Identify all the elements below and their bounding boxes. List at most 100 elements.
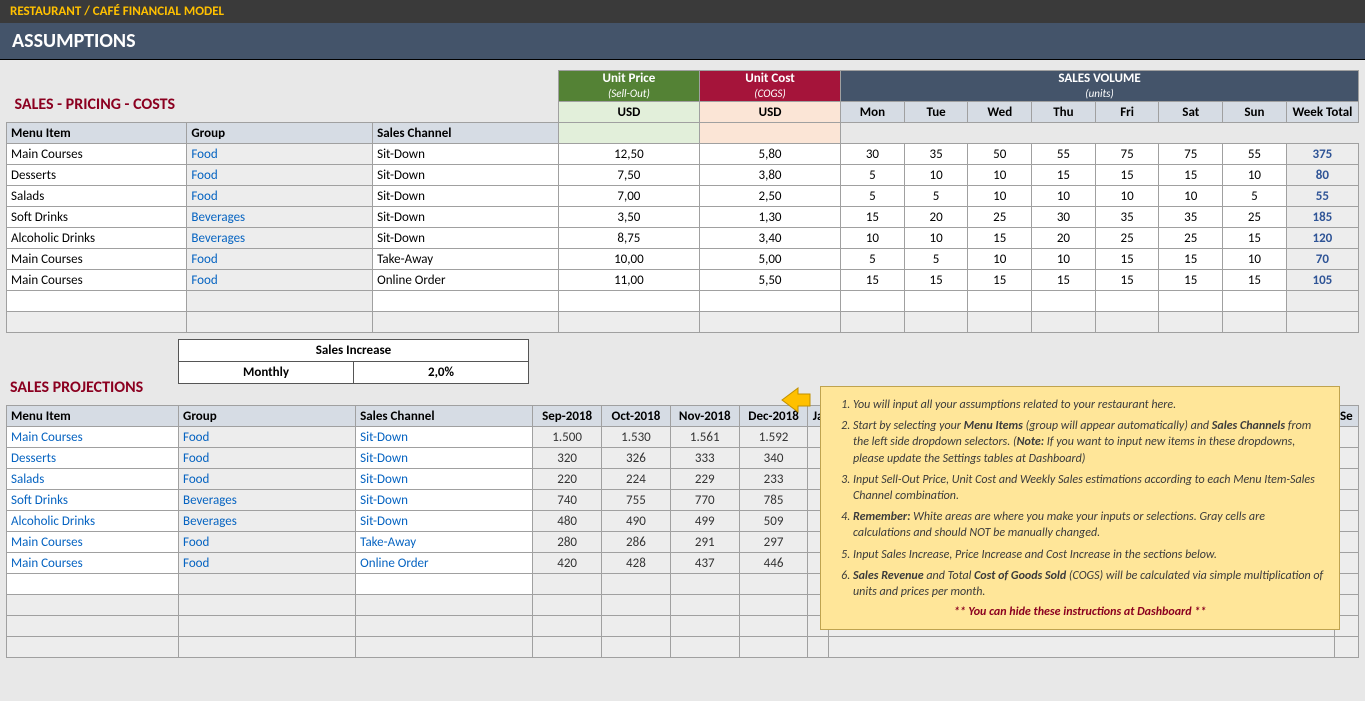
price-cell[interactable]: 11,00 (558, 270, 699, 291)
day-cell[interactable]: 15 (968, 270, 1032, 291)
day-cell[interactable]: 5 (841, 249, 905, 270)
channel-cell[interactable]: Sit-Down (356, 448, 533, 469)
day-cell[interactable]: 10 (968, 165, 1032, 186)
day-cell[interactable]: 20 (1032, 228, 1096, 249)
cost-cell[interactable]: 5,50 (699, 270, 840, 291)
day-cell[interactable]: 35 (1095, 207, 1159, 228)
day-cell[interactable]: 15 (841, 207, 905, 228)
day-cell[interactable]: 10 (1095, 186, 1159, 207)
table-row-empty[interactable] (7, 637, 1359, 658)
cost-cell[interactable]: 3,80 (699, 165, 840, 186)
day-cell[interactable]: 5 (841, 165, 905, 186)
table-row[interactable]: Soft Drinks Beverages Sit-Down 3,50 1,30… (7, 207, 1359, 228)
day-cell[interactable]: 15 (1095, 165, 1159, 186)
price-cell[interactable]: 7,00 (558, 186, 699, 207)
channel-cell[interactable]: Online Order (356, 553, 533, 574)
cost-cell[interactable]: 5,00 (699, 249, 840, 270)
channel-cell[interactable]: Sit-Down (373, 186, 559, 207)
table-row-empty[interactable] (7, 291, 1359, 312)
day-cell[interactable]: 10 (904, 228, 968, 249)
channel-cell[interactable]: Sit-Down (373, 228, 559, 249)
table-row-empty[interactable] (7, 312, 1359, 333)
day-cell[interactable]: 10 (1223, 165, 1287, 186)
price-cell[interactable]: 7,50 (558, 165, 699, 186)
day-cell[interactable]: 15 (968, 228, 1032, 249)
menu-item-cell[interactable]: Alcoholic Drinks (7, 511, 179, 532)
channel-cell[interactable]: Sit-Down (356, 511, 533, 532)
channel-cell[interactable]: Take-Away (373, 249, 559, 270)
table-row[interactable]: Main Courses Food Take-Away 10,00 5,00 5… (7, 249, 1359, 270)
day-cell[interactable]: 55 (1223, 144, 1287, 165)
menu-item-cell[interactable]: Desserts (7, 165, 187, 186)
day-cell[interactable]: 75 (1159, 144, 1223, 165)
sales-increase-value[interactable]: 2,0% (354, 362, 529, 384)
menu-item-cell[interactable]: Salads (7, 469, 179, 490)
day-cell[interactable]: 25 (968, 207, 1032, 228)
channel-cell[interactable]: Sit-Down (356, 427, 533, 448)
day-cell[interactable]: 10 (1223, 249, 1287, 270)
price-cell[interactable]: 3,50 (558, 207, 699, 228)
day-cell[interactable]: 15 (1095, 270, 1159, 291)
price-cell[interactable]: 12,50 (558, 144, 699, 165)
menu-item-cell[interactable]: Main Courses (7, 553, 179, 574)
channel-cell[interactable]: Online Order (373, 270, 559, 291)
day-cell[interactable]: 15 (1095, 249, 1159, 270)
table-row[interactable]: Alcoholic Drinks Beverages Sit-Down 8,75… (7, 228, 1359, 249)
channel-cell[interactable]: Sit-Down (356, 469, 533, 490)
day-cell[interactable]: 15 (1159, 249, 1223, 270)
menu-item-cell[interactable]: Main Courses (7, 249, 187, 270)
price-cell[interactable]: 10,00 (558, 249, 699, 270)
day-cell[interactable]: 5 (841, 186, 905, 207)
day-cell[interactable]: 25 (1095, 228, 1159, 249)
menu-item-cell[interactable]: Soft Drinks (7, 490, 179, 511)
day-cell[interactable]: 10 (1032, 249, 1096, 270)
day-cell[interactable]: 10 (968, 249, 1032, 270)
day-cell[interactable]: 35 (1159, 207, 1223, 228)
menu-item-cell[interactable]: Main Courses (7, 427, 179, 448)
day-cell[interactable]: 35 (904, 144, 968, 165)
table-row[interactable]: Main Courses Food Sit-Down 12,50 5,80 30… (7, 144, 1359, 165)
day-cell[interactable]: 15 (1032, 165, 1096, 186)
menu-item-cell[interactable]: Salads (7, 186, 187, 207)
channel-cell[interactable]: Sit-Down (373, 207, 559, 228)
day-cell[interactable]: 5 (904, 249, 968, 270)
day-cell[interactable]: 10 (1159, 186, 1223, 207)
channel-cell[interactable]: Sit-Down (373, 144, 559, 165)
table-row[interactable]: Desserts Food Sit-Down 7,50 3,80 5101015… (7, 165, 1359, 186)
day-cell[interactable]: 20 (904, 207, 968, 228)
cost-cell[interactable]: 5,80 (699, 144, 840, 165)
menu-item-cell[interactable]: Alcoholic Drinks (7, 228, 187, 249)
channel-cell[interactable]: Take-Away (356, 532, 533, 553)
cost-cell[interactable]: 1,30 (699, 207, 840, 228)
day-cell[interactable]: 30 (841, 144, 905, 165)
channel-cell[interactable]: Sit-Down (373, 165, 559, 186)
menu-item-cell[interactable]: Main Courses (7, 144, 187, 165)
table-row[interactable]: Main Courses Food Online Order 11,00 5,5… (7, 270, 1359, 291)
day-cell[interactable]: 15 (1223, 270, 1287, 291)
day-cell[interactable]: 15 (1159, 270, 1223, 291)
day-cell[interactable]: 10 (968, 186, 1032, 207)
day-cell[interactable]: 5 (1223, 186, 1287, 207)
day-cell[interactable]: 10 (841, 228, 905, 249)
day-cell[interactable]: 15 (841, 270, 905, 291)
day-cell[interactable]: 10 (904, 165, 968, 186)
day-cell[interactable]: 50 (968, 144, 1032, 165)
menu-item-cell[interactable]: Soft Drinks (7, 207, 187, 228)
table-row[interactable]: Salads Food Sit-Down 7,00 2,50 551010101… (7, 186, 1359, 207)
day-cell[interactable]: 5 (904, 186, 968, 207)
cost-cell[interactable]: 2,50 (699, 186, 840, 207)
day-cell[interactable]: 15 (1032, 270, 1096, 291)
price-cell[interactable]: 8,75 (558, 228, 699, 249)
day-cell[interactable]: 55 (1032, 144, 1096, 165)
day-cell[interactable]: 75 (1095, 144, 1159, 165)
day-cell[interactable]: 30 (1032, 207, 1096, 228)
day-cell[interactable]: 10 (1032, 186, 1096, 207)
menu-item-cell[interactable]: Desserts (7, 448, 179, 469)
menu-item-cell[interactable]: Main Courses (7, 532, 179, 553)
day-cell[interactable]: 15 (904, 270, 968, 291)
cost-cell[interactable]: 3,40 (699, 228, 840, 249)
day-cell[interactable]: 25 (1159, 228, 1223, 249)
day-cell[interactable]: 25 (1223, 207, 1287, 228)
menu-item-cell[interactable]: Main Courses (7, 270, 187, 291)
channel-cell[interactable]: Sit-Down (356, 490, 533, 511)
